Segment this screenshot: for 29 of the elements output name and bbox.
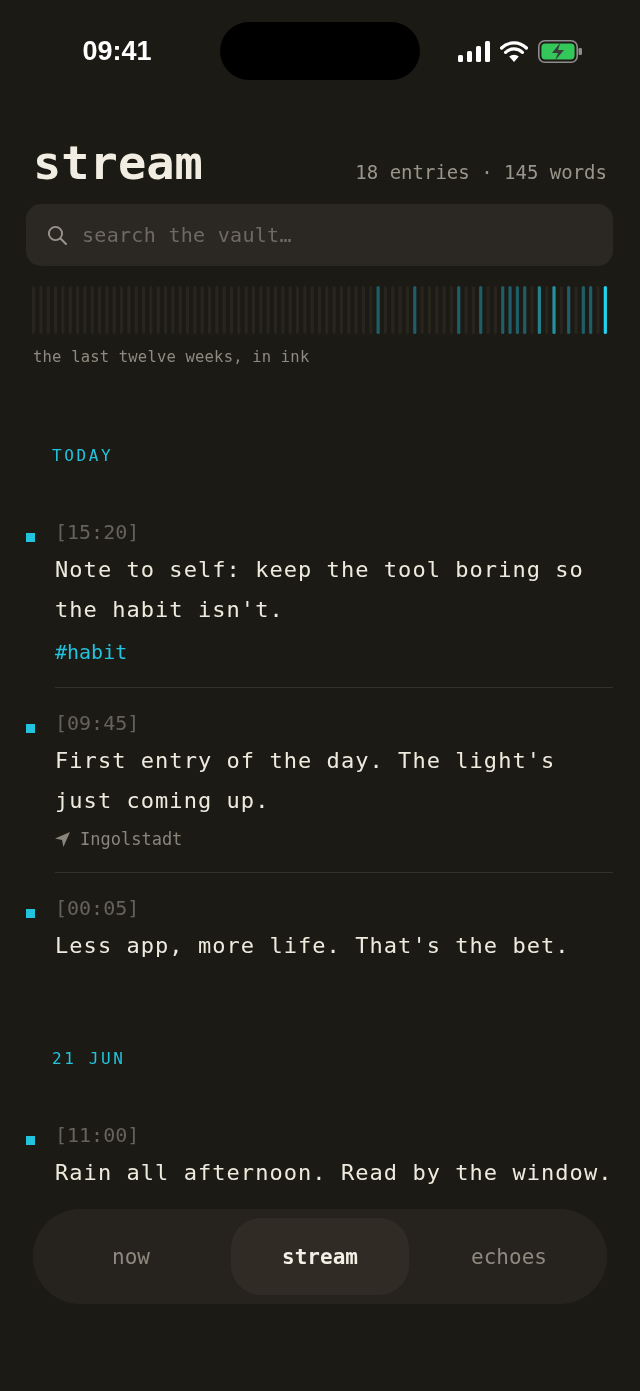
entry-marker-icon [26,533,35,542]
wifi-icon [500,40,528,62]
tab[interactable]: stream [231,1218,409,1295]
search-icon [47,225,67,245]
entry-marker-icon [26,724,35,733]
battery-charging-icon [538,39,582,63]
search-field[interactable]: search the vault… [26,204,613,266]
activity-caption: the last twelve weeks, in ink [33,347,310,367]
entry-time: [00:05] [55,895,140,922]
tab[interactable]: now [42,1218,220,1295]
tag-link[interactable]: #habit [55,640,128,664]
entry-text: Note to self: keep the tool boring so the habit isn't. [55,556,585,624]
entry-text: Less app, more life. That's the bet. [55,932,571,960]
entry-time: [09:45] [55,710,140,737]
section-heading: 21 JUN [52,1049,126,1069]
entry-marker-icon [26,1136,35,1145]
location-label: Ingolstadt [80,828,183,851]
status-time: 09:41 [82,35,152,67]
location-arrow-icon [55,831,70,847]
page-title: stream [33,139,203,186]
tab[interactable]: echoes [420,1218,598,1295]
signal-icon [458,40,490,62]
entry-time: [15:20] [55,519,140,546]
entry-marker-icon [26,909,35,918]
entry-summary: 18 entries · 145 words [355,160,607,184]
entry-text: First entry of the day. The light's just coming up. [55,747,557,815]
entry-time: [11:00] [55,1122,140,1149]
entry-text: Rain all afternoon. Read by the window. [55,1159,613,1187]
section-heading: TODAY [52,446,114,466]
